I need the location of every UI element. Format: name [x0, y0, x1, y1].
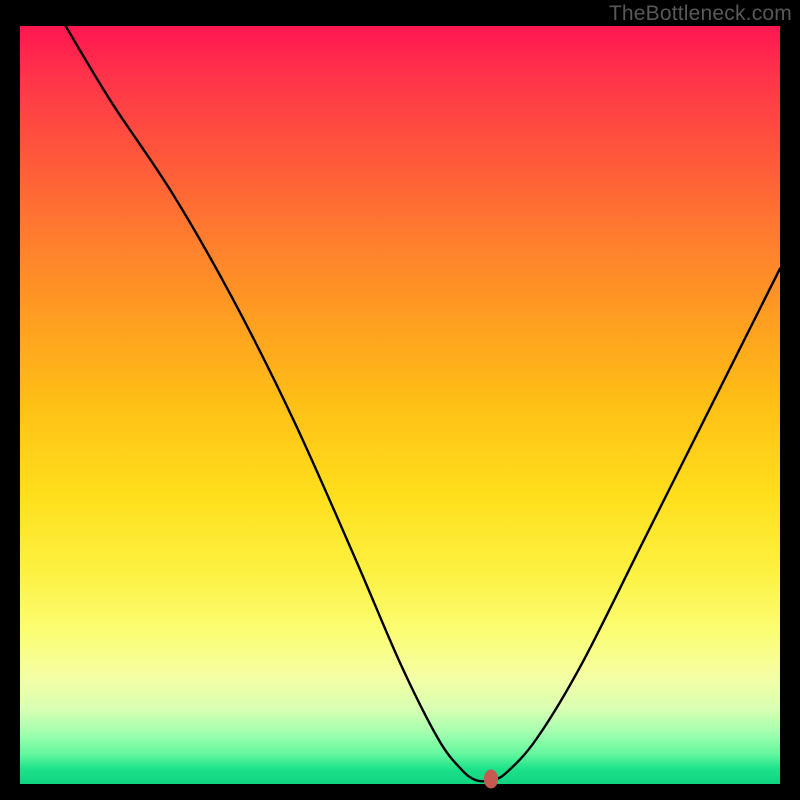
optimal-point-marker — [484, 769, 498, 788]
watermark-text: TheBottleneck.com — [609, 2, 792, 26]
curve-svg — [20, 26, 780, 784]
plot-area — [20, 26, 780, 784]
chart-frame: TheBottleneck.com — [0, 0, 800, 800]
bottleneck-curve-path — [66, 26, 780, 781]
